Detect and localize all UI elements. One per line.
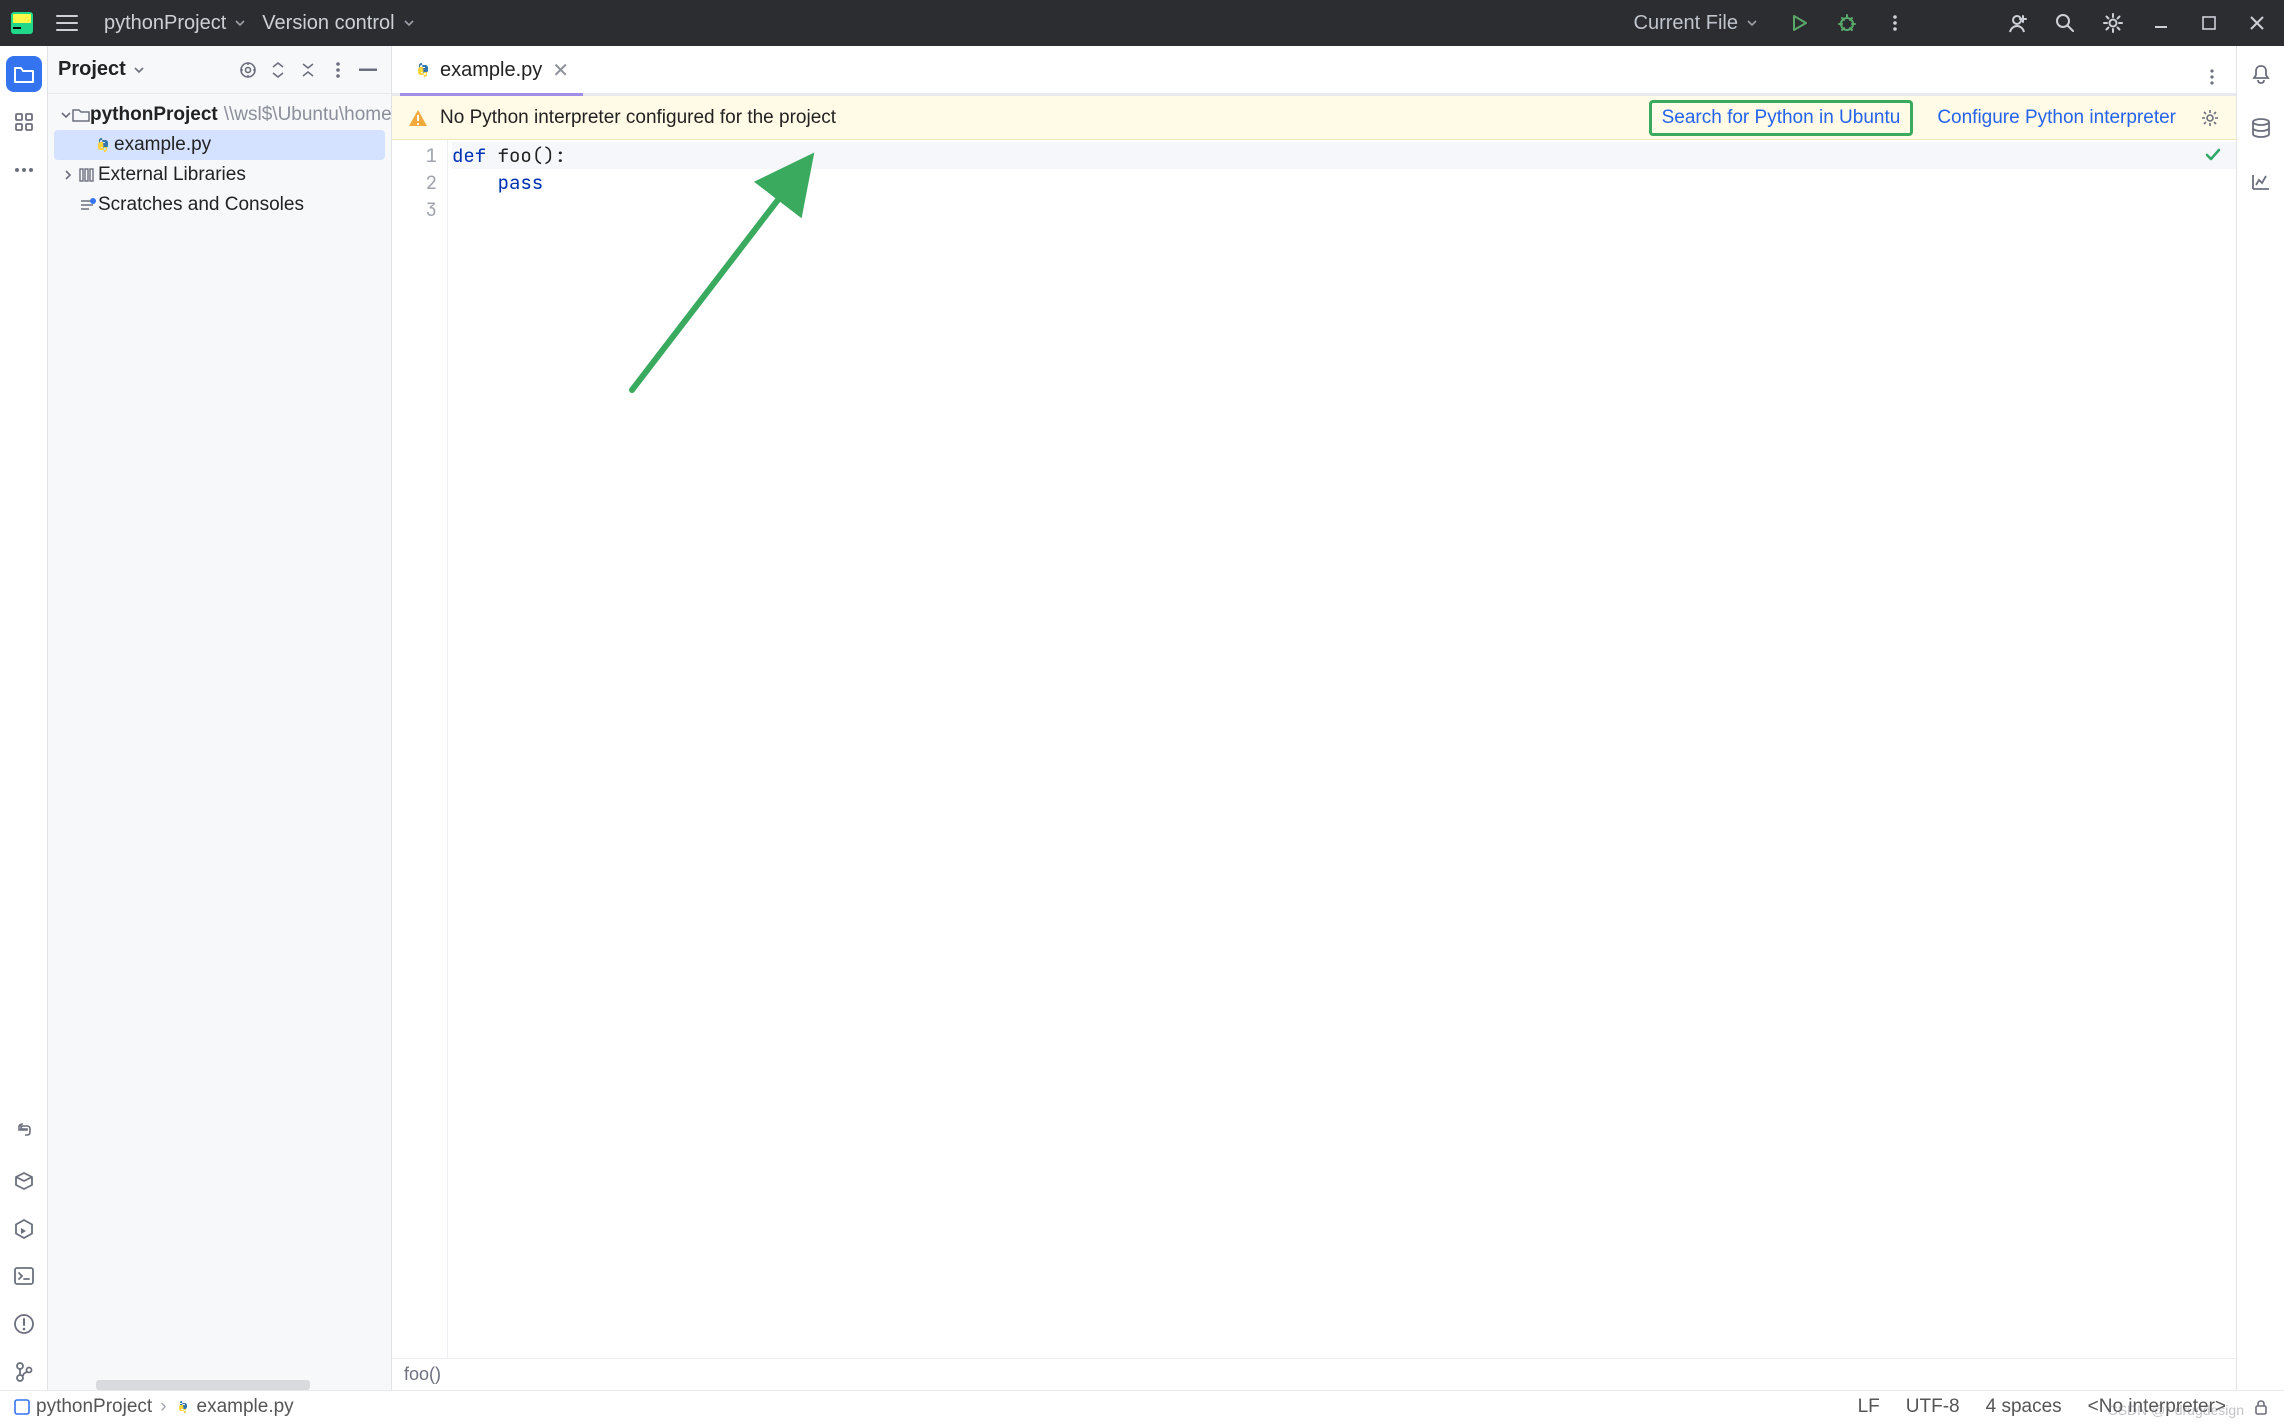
settings-button[interactable] <box>2096 6 2130 40</box>
line-number: 3 <box>392 196 437 223</box>
version-control-dropdown[interactable]: Version control <box>254 0 422 46</box>
python-file-icon <box>175 1399 191 1415</box>
structure-tool-button[interactable] <box>6 104 42 140</box>
select-opened-file-button[interactable] <box>235 57 261 83</box>
left-tool-stripe <box>0 46 48 1390</box>
python-file-icon <box>414 61 432 79</box>
main-menu-button[interactable] <box>52 8 82 38</box>
library-icon <box>76 167 98 183</box>
code-editor[interactable]: 1 2 3 def foo(): pass <box>392 140 2236 1358</box>
code-lines[interactable]: def foo(): pass <box>448 140 2236 1358</box>
line-separator-widget[interactable]: LF <box>1858 1396 1880 1418</box>
banner-settings-button[interactable] <box>2200 108 2220 128</box>
problems-tool-button[interactable] <box>6 1306 42 1342</box>
module-icon <box>14 1399 30 1415</box>
project-tree[interactable]: pythonProject \\wsl$\Ubuntu\home\ exampl… <box>48 94 391 226</box>
hide-panel-button[interactable] <box>355 57 381 83</box>
code-with-me-button[interactable] <box>2000 6 2034 40</box>
line-number: 2 <box>392 169 437 196</box>
project-panel-header: Project <box>48 46 391 94</box>
python-file-icon <box>92 136 114 154</box>
more-tools-button[interactable] <box>6 152 42 188</box>
pycharm-logo-icon <box>10 11 34 35</box>
editor-zone: example.py ✕ No Python interpreter confi… <box>392 46 2236 1390</box>
expand-all-button[interactable] <box>265 57 291 83</box>
tree-root[interactable]: pythonProject \\wsl$\Ubuntu\home\ <box>54 100 385 130</box>
vcs-label: Version control <box>262 12 394 35</box>
encoding-widget[interactable]: UTF-8 <box>1906 1396 1960 1418</box>
services-tool-button[interactable] <box>6 1210 42 1246</box>
inspection-ok-icon[interactable] <box>2204 146 2222 164</box>
terminal-tool-button[interactable] <box>6 1258 42 1294</box>
folder-icon <box>72 107 90 123</box>
editor-tab-example[interactable]: example.py ✕ <box>400 47 583 93</box>
run-config-label: Current File <box>1634 12 1738 35</box>
project-panel-title: Project <box>58 58 126 81</box>
statusbar: pythonProject › example.py LF UTF-8 4 sp… <box>0 1390 2284 1422</box>
chevron-right-icon: › <box>160 1396 166 1418</box>
breadcrumb-file[interactable]: example.py <box>197 1396 294 1418</box>
configure-interpreter-link[interactable]: Configure Python interpreter <box>1927 103 2186 133</box>
notifications-tool-button[interactable] <box>2243 56 2279 92</box>
tree-root-label: pythonProject <box>90 104 218 126</box>
search-python-ubuntu-link[interactable]: Search for Python in Ubuntu <box>1649 100 1914 136</box>
tree-scratches[interactable]: Scratches and Consoles <box>54 190 385 220</box>
debug-button[interactable] <box>1830 6 1864 40</box>
project-scrollbar[interactable] <box>48 1380 391 1390</box>
breadcrumb-project[interactable]: pythonProject <box>36 1396 152 1418</box>
tree-root-path: \\wsl$\Ubuntu\home\ <box>224 104 397 126</box>
titlebar: pythonProject Version control Current Fi… <box>0 0 2284 46</box>
scratches-icon <box>76 197 98 213</box>
banner-message: No Python interpreter configured for the… <box>440 107 836 129</box>
window-close-button[interactable] <box>2240 6 2274 40</box>
git-tool-button[interactable] <box>6 1354 42 1390</box>
editor-breadcrumb[interactable]: foo() <box>392 1358 2236 1390</box>
interpreter-warning-banner: No Python interpreter configured for the… <box>392 96 2236 140</box>
panel-options-button[interactable] <box>325 57 351 83</box>
warning-icon <box>408 108 428 128</box>
sciview-tool-button[interactable] <box>2243 164 2279 200</box>
tree-scratches-label: Scratches and Consoles <box>98 194 304 216</box>
project-name-label: pythonProject <box>104 12 226 35</box>
indent-widget[interactable]: 4 spaces <box>1986 1396 2062 1418</box>
close-tab-button[interactable]: ✕ <box>552 58 569 83</box>
chevron-down-icon <box>60 109 72 121</box>
search-everywhere-button[interactable] <box>2048 6 2082 40</box>
database-tool-button[interactable] <box>2243 110 2279 146</box>
run-button[interactable] <box>1782 6 1816 40</box>
tree-external-libraries[interactable]: External Libraries <box>54 160 385 190</box>
run-configuration-dropdown[interactable]: Current File <box>1624 12 1768 35</box>
interpreter-widget[interactable]: <No interpreter> <box>2088 1396 2226 1418</box>
editor-tabs: example.py ✕ <box>392 46 2236 96</box>
tree-file-label: example.py <box>114 134 211 156</box>
readonly-toggle-icon[interactable] <box>2252 1398 2270 1416</box>
python-packages-tool-button[interactable] <box>6 1162 42 1198</box>
editor-tabs-more-button[interactable] <box>2196 61 2228 93</box>
window-minimize-button[interactable] <box>2144 6 2178 40</box>
collapse-all-button[interactable] <box>295 57 321 83</box>
project-tool-button[interactable] <box>6 56 42 92</box>
gutter: 1 2 3 <box>392 140 448 1358</box>
project-panel: Project pythonProject \\wsl$\Ubuntu\home… <box>48 46 392 1390</box>
python-console-tool-button[interactable] <box>6 1114 42 1150</box>
project-panel-title-dropdown[interactable]: Project <box>58 58 146 81</box>
right-tool-stripe <box>2236 46 2284 1390</box>
window-maximize-button[interactable] <box>2192 6 2226 40</box>
project-dropdown[interactable]: pythonProject <box>96 0 254 46</box>
tree-external-label: External Libraries <box>98 164 246 186</box>
more-actions-button[interactable] <box>1878 6 1912 40</box>
tree-file-example[interactable]: example.py <box>54 130 385 160</box>
editor-tab-label: example.py <box>440 59 542 82</box>
line-number: 1 <box>392 142 437 169</box>
chevron-right-icon <box>60 169 76 181</box>
editor-breadcrumb-label: foo() <box>404 1364 441 1385</box>
